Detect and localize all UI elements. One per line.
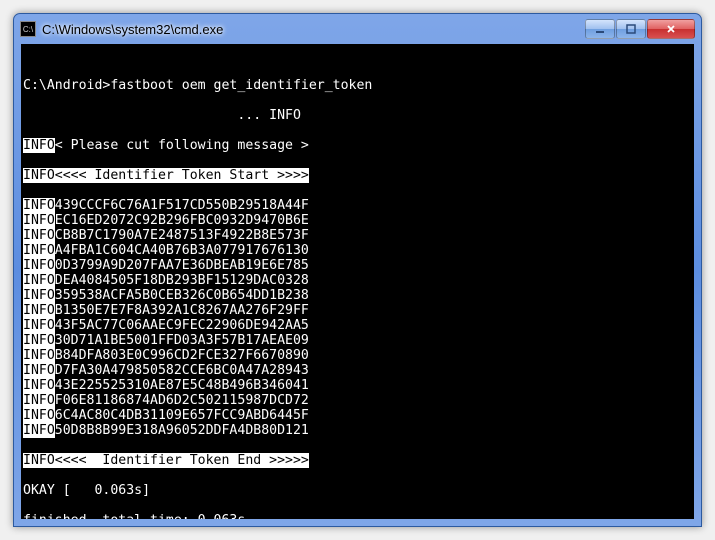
terminal-line: INFO43F5AC77C06AAEC9FEC22906DE942AA5: [23, 318, 692, 333]
terminal-line: INFO6C4AC80C4DB31109E657FCC9ABD6445F: [23, 408, 692, 423]
terminal-line: INFO50D8B8B99E318A96052DDFA4DB80D121: [23, 423, 692, 438]
token-hex: D7FA30A479850582CCE6BC0A47A28943: [55, 363, 309, 378]
terminal-line: ... INFO: [23, 108, 692, 123]
terminal-line: INFOB84DFA803E0C996CD2FCE327F6670890: [23, 348, 692, 363]
info-prefix: INFO: [23, 243, 55, 258]
token-hex: 43E225525310AE87E5C48B496B346041: [55, 378, 309, 393]
terminal-line: C:\Android>fastboot oem get_identifier_t…: [23, 78, 692, 93]
terminal-line: INFO359538ACFA5B0CEB326C0B654DD1B238: [23, 288, 692, 303]
info-prefix: INFO: [23, 258, 55, 273]
token-hex: A4FBA1C604CA40B76B3A077917676130: [55, 243, 309, 258]
info-prefix: INFO: [23, 408, 55, 423]
token-hex: EC16ED2072C92B296FBC0932D9470B6E: [55, 213, 309, 228]
close-button[interactable]: [647, 19, 695, 39]
info-prefix: INFO: [23, 348, 55, 363]
token-hex: F06E81186874AD6D2C502115987DCD72: [55, 393, 309, 408]
info-prefix: INFO: [23, 273, 55, 288]
terminal-line: OKAY [ 0.063s]: [23, 483, 692, 498]
cmd-icon-label: C:\: [23, 25, 33, 34]
maximize-icon: [625, 23, 637, 35]
titlebar[interactable]: C:\ C:\Windows\system32\cmd.exe: [14, 14, 701, 44]
terminal-line: INFO< Please cut following message >: [23, 138, 692, 153]
token-hex: 439CCCF6C76A1F517CD550B29518A44F: [55, 198, 309, 213]
token-hex: 50D8B8B99E318A96052DDFA4DB80D121: [55, 423, 309, 438]
info-prefix: INFO: [23, 213, 55, 228]
terminal-line: INFOF06E81186874AD6D2C502115987DCD72: [23, 393, 692, 408]
terminal-line: INFOD7FA30A479850582CCE6BC0A47A28943: [23, 363, 692, 378]
close-icon: [665, 23, 677, 35]
token-hex: 30D71A1BE5001FFD03A3F57B17AEAE09: [55, 333, 309, 348]
terminal-line: INFO<<<< Identifier Token End >>>>>: [23, 453, 692, 468]
token-start: <<<< Identifier Token Start >>>>: [55, 168, 309, 183]
info-prefix: INFO: [23, 318, 55, 333]
info-prefix: INFO: [23, 333, 55, 348]
terminal-line: INFODEA4084505F18DB293BF15129DAC0328: [23, 273, 692, 288]
token-hex: 359538ACFA5B0CEB326C0B654DD1B238: [55, 288, 309, 303]
terminal-output: C:\Android>fastboot oem get_identifier_t…: [21, 44, 694, 519]
maximize-button[interactable]: [616, 19, 646, 39]
info-prefix: INFO: [23, 198, 55, 213]
token-hex: DEA4084505F18DB293BF15129DAC0328: [55, 273, 309, 288]
terminal-line: INFO439CCCF6C76A1F517CD550B29518A44F: [23, 198, 692, 213]
terminal-line: INFOB1350E7E7F8A392A1C8267AA276F29FF: [23, 303, 692, 318]
info-text: < Please cut following message >: [55, 138, 309, 153]
info-prefix: INFO: [23, 303, 55, 318]
info-prefix: INFO: [23, 378, 55, 393]
token-hex: 0D3799A9D207FAA7E36DBEAB19E6E785: [55, 258, 309, 273]
terminal-line: INFO0D3799A9D207FAA7E36DBEAB19E6E785: [23, 258, 692, 273]
info-prefix: INFO: [23, 138, 55, 153]
terminal-line: INFOEC16ED2072C92B296FBC0932D9470B6E: [23, 213, 692, 228]
info-prefix: INFO: [23, 393, 55, 408]
terminal-line: INFOA4FBA1C604CA40B76B3A077917676130: [23, 243, 692, 258]
token-hex: B84DFA803E0C996CD2FCE327F6670890: [55, 348, 309, 363]
info-prefix: INFO: [23, 168, 55, 183]
token-hex: B1350E7E7F8A392A1C8267AA276F29FF: [55, 303, 309, 318]
window-controls: [584, 19, 695, 39]
window-title: C:\Windows\system32\cmd.exe: [42, 22, 584, 37]
terminal-line: INFO<<<< Identifier Token Start >>>>: [23, 168, 692, 183]
token-hex: CB8B7C1790A7E2487513F4922B8E573F: [55, 228, 309, 243]
terminal-viewport[interactable]: C:\Android>fastboot oem get_identifier_t…: [21, 44, 694, 519]
info-prefix: INFO: [23, 288, 55, 303]
token-hex: 43F5AC77C06AAEC9FEC22906DE942AA5: [55, 318, 309, 333]
info-prefix: INFO: [23, 453, 55, 468]
cmd-window: C:\ C:\Windows\system32\cmd.exe C:\Andro…: [13, 13, 702, 527]
token-hex: 6C4AC80C4DB31109E657FCC9ABD6445F: [55, 408, 309, 423]
cmd-icon: C:\: [20, 21, 36, 37]
terminal-line: INFOCB8B7C1790A7E2487513F4922B8E573F: [23, 228, 692, 243]
terminal-line: INFO43E225525310AE87E5C48B496B346041: [23, 378, 692, 393]
token-end: <<<< Identifier Token End >>>>>: [55, 453, 309, 468]
minimize-icon: [594, 23, 606, 35]
terminal-line: finished. total time: 0.063s: [23, 513, 692, 519]
minimize-button[interactable]: [585, 19, 615, 39]
token-rows: INFO439CCCF6C76A1F517CD550B29518A44FINFO…: [23, 198, 692, 438]
info-prefix: INFO: [23, 423, 55, 438]
terminal-line: INFO30D71A1BE5001FFD03A3F57B17AEAE09: [23, 333, 692, 348]
info-prefix: INFO: [23, 228, 55, 243]
info-prefix: INFO: [23, 363, 55, 378]
